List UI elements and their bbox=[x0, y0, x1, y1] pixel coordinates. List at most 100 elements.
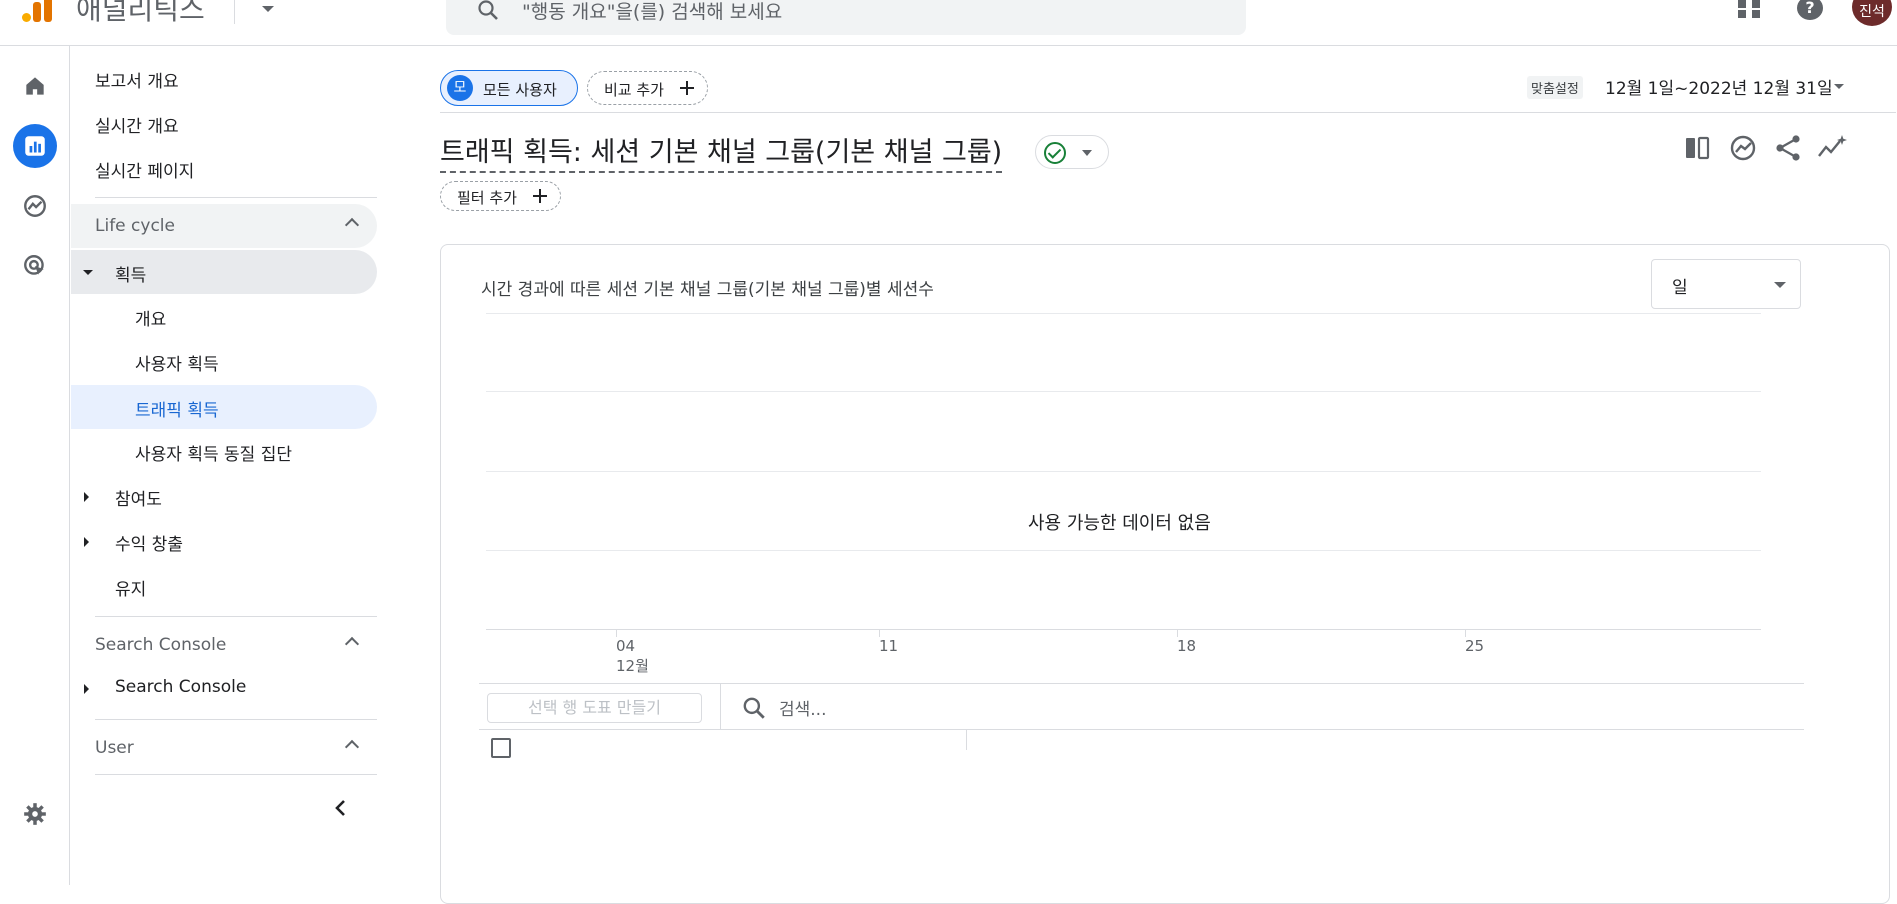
chevron-up-icon bbox=[344, 739, 360, 755]
divider bbox=[720, 684, 721, 730]
divider bbox=[234, 0, 235, 24]
chevron-down-icon bbox=[1082, 150, 1092, 156]
x-axis-line bbox=[486, 629, 1761, 630]
user-section-label: User bbox=[95, 738, 134, 758]
product-name: 애널리틱스 bbox=[76, 0, 205, 26]
rail-navigation bbox=[0, 46, 70, 885]
divider bbox=[479, 729, 1804, 730]
nav-search-console[interactable]: Search Console bbox=[115, 677, 246, 697]
x-tick-mark bbox=[1465, 629, 1466, 637]
advertising-target-icon[interactable] bbox=[13, 244, 57, 288]
x-tick-label: 25 bbox=[1465, 637, 1485, 655]
divider bbox=[95, 774, 377, 775]
plus-icon bbox=[680, 81, 694, 95]
nav-monetization[interactable]: 수익 창출 bbox=[115, 530, 183, 555]
insights-icon[interactable] bbox=[1727, 132, 1759, 164]
nav-acquisition-overview[interactable]: 개요 bbox=[135, 305, 166, 330]
top-app-bar: 애널리틱스 "행동 개요"을(를) 검색해 보세요 ? 진석 bbox=[0, 0, 1897, 46]
chevron-up-icon bbox=[344, 636, 360, 652]
granularity-value: 일 bbox=[1672, 278, 1688, 298]
account-switcher-chevron-down-icon[interactable] bbox=[262, 6, 274, 12]
share-icon[interactable] bbox=[1772, 132, 1804, 164]
search-icon bbox=[743, 697, 765, 719]
divider bbox=[440, 112, 1896, 113]
date-custom-tag: 맞춤설정 bbox=[1527, 76, 1583, 99]
nav-retention[interactable]: 유지 bbox=[115, 575, 146, 600]
help-icon[interactable]: ? bbox=[1797, 0, 1823, 20]
report-navigation: 보고서 개요 실시간 개요 실시간 페이지 Life cycle 획득 개요 사… bbox=[71, 46, 381, 885]
add-comparison-button[interactable]: 비교 추가 bbox=[587, 71, 708, 105]
home-icon[interactable] bbox=[13, 64, 57, 108]
search-console-section-label: Search Console bbox=[95, 635, 227, 655]
divider bbox=[966, 730, 967, 750]
expand-triangle-right-icon[interactable] bbox=[84, 537, 89, 547]
plus-icon bbox=[533, 189, 547, 203]
sparkle-trend-icon[interactable] bbox=[1816, 132, 1848, 164]
gridline bbox=[486, 550, 1761, 551]
divider bbox=[95, 616, 377, 617]
admin-gear-icon[interactable] bbox=[13, 792, 57, 836]
nav-realtime-overview[interactable]: 실시간 개요 bbox=[95, 112, 179, 137]
nav-user-acquisition-cohort[interactable]: 사용자 획득 동질 집단 bbox=[135, 440, 292, 465]
check-circle-icon bbox=[1044, 142, 1066, 164]
search-console-section-header[interactable]: Search Console bbox=[71, 623, 377, 667]
search-icon bbox=[478, 0, 498, 20]
add-filter-button[interactable]: 필터 추가 bbox=[440, 181, 561, 211]
apps-grid-icon[interactable] bbox=[1738, 0, 1762, 18]
segment-avatar: 모 bbox=[447, 75, 473, 101]
x-tick-mark bbox=[879, 629, 880, 637]
data-quality-status-button[interactable] bbox=[1035, 135, 1109, 169]
segment-chip-all-users[interactable]: 모 모든 사용자 bbox=[440, 70, 578, 106]
x-tick-mark bbox=[616, 629, 617, 637]
customize-report-icon[interactable] bbox=[1681, 132, 1713, 164]
expand-triangle-right-icon[interactable] bbox=[84, 684, 89, 694]
nav-traffic-acquisition[interactable]: 트래픽 획득 bbox=[71, 385, 377, 429]
nav-acquisition-label: 획득 bbox=[115, 266, 147, 286]
nav-traffic-acquisition-label: 트래픽 획득 bbox=[135, 401, 219, 421]
expand-triangle-right-icon[interactable] bbox=[84, 492, 89, 502]
chart-card: 시간 경과에 따른 세션 기본 채널 그룹(기본 채널 그룹)별 세션수 일 사… bbox=[440, 244, 1890, 904]
x-tick-mark bbox=[1177, 629, 1178, 637]
select-all-checkbox[interactable] bbox=[491, 738, 511, 758]
x-tick-label: 18 bbox=[1177, 637, 1197, 655]
reports-bar-chart-icon[interactable] bbox=[13, 124, 57, 168]
report-main: 모 모든 사용자 비교 추가 맞춤설정 12월 1일~2022년 12월 31일… bbox=[382, 46, 1897, 904]
lifecycle-section-header[interactable]: Life cycle bbox=[71, 204, 377, 248]
nav-engagement[interactable]: 참여도 bbox=[115, 485, 162, 510]
granularity-select[interactable]: 일 bbox=[1651, 259, 1801, 309]
analytics-logo-icon[interactable] bbox=[20, 0, 54, 22]
no-data-message: 사용 가능한 데이터 없음 bbox=[1016, 509, 1223, 535]
gridline bbox=[486, 313, 1761, 314]
explore-insights-icon[interactable] bbox=[13, 184, 57, 228]
plot-rows-button[interactable]: 선택 행 도표 만들기 bbox=[487, 693, 702, 723]
nav-user-acquisition[interactable]: 사용자 획득 bbox=[135, 350, 219, 375]
add-comparison-label: 비교 추가 bbox=[604, 81, 664, 99]
divider bbox=[95, 197, 377, 198]
x-month-label: 12월 bbox=[616, 657, 649, 675]
user-section-header[interactable]: User bbox=[71, 726, 377, 770]
collapse-nav-chevron-left-icon[interactable] bbox=[333, 798, 349, 818]
chart-title: 시간 경과에 따른 세션 기본 채널 그룹(기본 채널 그룹)별 세션수 bbox=[481, 280, 934, 300]
gridline bbox=[486, 471, 1761, 472]
page-title[interactable]: 트래픽 획득: 세션 기본 채널 그룹(기본 채널 그룹) bbox=[440, 130, 1003, 173]
chevron-down-icon bbox=[1774, 282, 1786, 288]
chevron-up-icon bbox=[344, 217, 360, 233]
global-search-bar[interactable]: "행동 개요"을(를) 검색해 보세요 bbox=[446, 0, 1246, 35]
avatar[interactable]: 진석 bbox=[1852, 0, 1892, 26]
divider bbox=[95, 719, 377, 720]
nav-reports-snapshot[interactable]: 보고서 개요 bbox=[95, 67, 179, 92]
x-tick-label: 11 bbox=[879, 637, 899, 655]
global-search-placeholder[interactable]: "행동 개요"을(를) 검색해 보세요 bbox=[522, 0, 782, 24]
expand-triangle-down-icon bbox=[83, 270, 93, 275]
x-tick-label: 04 bbox=[616, 637, 636, 655]
gridline bbox=[486, 391, 1761, 392]
segment-chip-label: 모든 사용자 bbox=[483, 81, 557, 99]
lifecycle-section-label: Life cycle bbox=[95, 216, 175, 236]
add-filter-label: 필터 추가 bbox=[457, 189, 517, 207]
table-search-input[interactable]: 검색... bbox=[779, 695, 827, 720]
nav-acquisition[interactable]: 획득 bbox=[71, 250, 377, 294]
divider bbox=[479, 683, 1804, 684]
nav-realtime-pages[interactable]: 실시간 페이지 bbox=[95, 157, 194, 182]
date-range-dropdown-icon[interactable] bbox=[1834, 84, 1844, 89]
date-range-picker[interactable]: 12월 1일~2022년 12월 31일 bbox=[1605, 74, 1833, 99]
